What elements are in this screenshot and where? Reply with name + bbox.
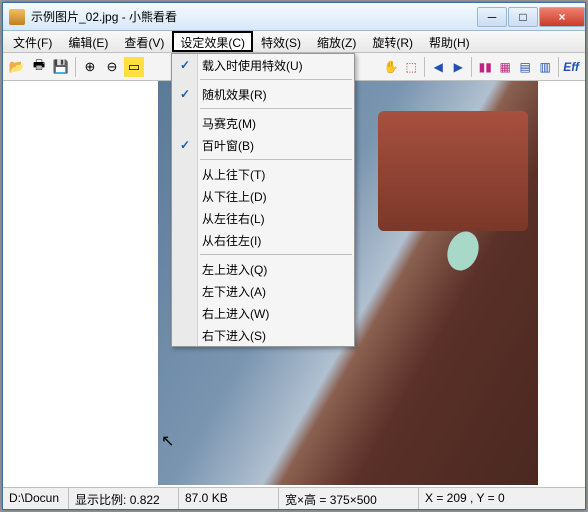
close-button[interactable]: × bbox=[539, 7, 585, 27]
window-title: 示例图片_02.jpg - 小熊看看 bbox=[31, 8, 476, 25]
menu-left-right[interactable]: 从左往右(L) bbox=[172, 207, 354, 229]
zoom-in-icon[interactable]: ⊕ bbox=[80, 57, 100, 77]
pattern1-icon[interactable]: ▤ bbox=[516, 58, 534, 76]
status-filesize: 87.0 KB bbox=[179, 488, 279, 509]
hand-icon[interactable]: ✋ bbox=[382, 58, 400, 76]
menu-tr-enter[interactable]: 右上进入(W) bbox=[172, 302, 354, 324]
menu-bottom-up[interactable]: 从下往上(D) bbox=[172, 185, 354, 207]
menu-effect[interactable]: 设定效果(C) bbox=[172, 31, 253, 52]
status-bar: D:\Docun 显示比例: 0.822 87.0 KB 宽×高 = 375×5… bbox=[3, 487, 585, 509]
select-icon[interactable]: ⬚ bbox=[402, 58, 420, 76]
effect-dropdown: ✓载入时使用特效(U) ✓随机效果(R) 马赛克(M) ✓百叶窗(B) 从上往下… bbox=[171, 53, 355, 347]
menu-random-effect[interactable]: ✓随机效果(R) bbox=[172, 83, 354, 105]
pattern2-icon[interactable]: ▥ bbox=[536, 58, 554, 76]
zoom-out-icon[interactable]: ⊖ bbox=[102, 57, 122, 77]
check-icon: ✓ bbox=[180, 138, 190, 152]
status-dimensions: 宽×高 = 375×500 bbox=[279, 488, 419, 509]
effects-label[interactable]: Eff bbox=[563, 60, 579, 74]
next-icon[interactable]: ▶ bbox=[449, 58, 467, 76]
menu-tl-enter[interactable]: 左上进入(Q) bbox=[172, 258, 354, 280]
grid-icon[interactable]: ▦ bbox=[496, 58, 514, 76]
menu-blinds[interactable]: ✓百叶窗(B) bbox=[172, 134, 354, 156]
menu-rotate[interactable]: 旋转(R) bbox=[364, 31, 421, 52]
status-path: D:\Docun bbox=[3, 488, 69, 509]
status-zoom: 显示比例: 0.822 bbox=[69, 488, 179, 509]
cursor-icon: ↖ bbox=[161, 431, 174, 451]
menu-br-enter[interactable]: 右下进入(S) bbox=[172, 324, 354, 346]
check-icon: ✓ bbox=[180, 58, 190, 72]
menu-use-on-load[interactable]: ✓载入时使用特效(U) bbox=[172, 54, 354, 76]
menu-zoom[interactable]: 缩放(Z) bbox=[309, 31, 364, 52]
menu-edit[interactable]: 编辑(E) bbox=[60, 31, 116, 52]
minimize-button[interactable]: ─ bbox=[477, 7, 507, 27]
menu-top-down[interactable]: 从上往下(T) bbox=[172, 163, 354, 185]
print-icon[interactable]: 🖶 bbox=[29, 57, 49, 77]
bars-icon[interactable]: ▮▮ bbox=[476, 58, 494, 76]
title-bar: 示例图片_02.jpg - 小熊看看 ─ □ × bbox=[3, 3, 585, 31]
menu-bar: 文件(F) 编辑(E) 查看(V) 设定效果(C) 特效(S) 缩放(Z) 旋转… bbox=[3, 31, 585, 53]
menu-special[interactable]: 特效(S) bbox=[253, 31, 309, 52]
app-icon bbox=[9, 9, 25, 25]
menu-right-left[interactable]: 从右往左(I) bbox=[172, 229, 354, 251]
menu-file[interactable]: 文件(F) bbox=[5, 31, 60, 52]
status-position: X = 209 , Y = 0 bbox=[419, 488, 585, 509]
fit-icon[interactable]: ▭ bbox=[124, 57, 144, 77]
menu-view[interactable]: 查看(V) bbox=[116, 31, 172, 52]
save-icon[interactable]: 💾 bbox=[51, 57, 71, 77]
maximize-button[interactable]: □ bbox=[508, 7, 538, 27]
prev-icon[interactable]: ◀ bbox=[429, 58, 447, 76]
check-icon: ✓ bbox=[180, 87, 190, 101]
menu-help[interactable]: 帮助(H) bbox=[421, 31, 478, 52]
menu-mosaic[interactable]: 马赛克(M) bbox=[172, 112, 354, 134]
open-icon[interactable]: 📂 bbox=[7, 57, 27, 77]
menu-bl-enter[interactable]: 左下进入(A) bbox=[172, 280, 354, 302]
